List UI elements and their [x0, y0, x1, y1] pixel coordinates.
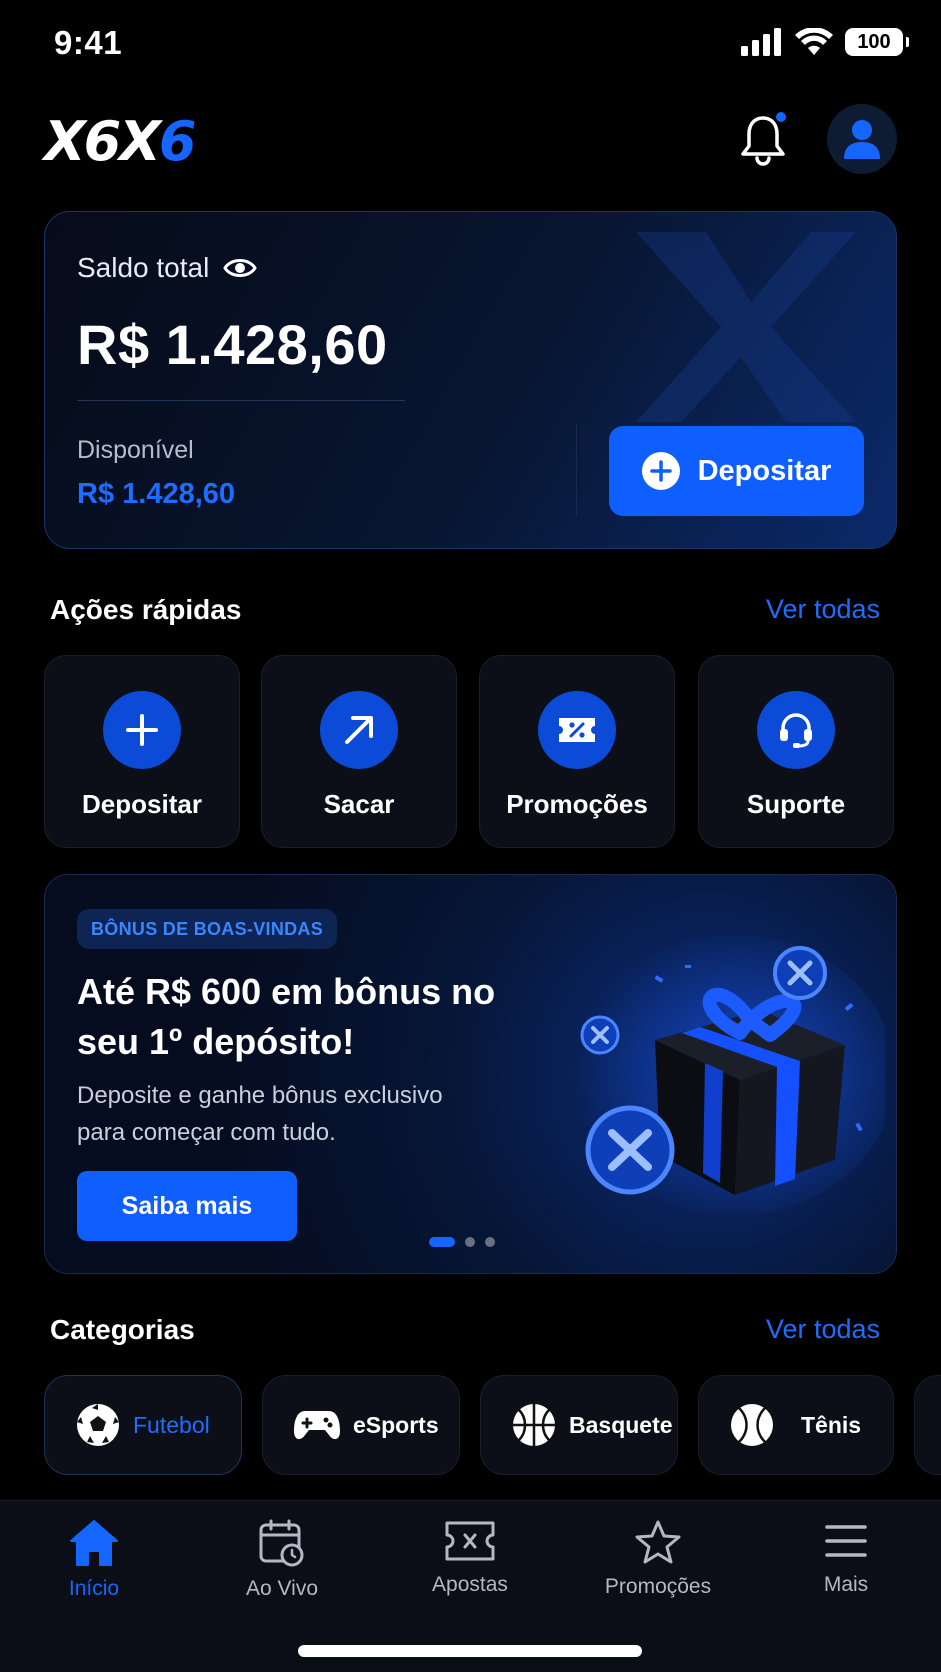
carousel-dots	[429, 1237, 495, 1247]
promo-description: Deposite e ganhe bônus exclusivo para co…	[77, 1082, 443, 1146]
tab-promotions[interactable]: Promoções	[564, 1519, 752, 1599]
app-header: X6X6	[0, 100, 941, 180]
status-time: 9:41	[54, 24, 123, 61]
eye-icon[interactable]	[223, 256, 258, 280]
gift-box-illustration	[575, 935, 885, 1215]
menu-icon	[825, 1525, 867, 1557]
tab-bets[interactable]: Apostas	[376, 1519, 564, 1597]
notification-dot	[774, 110, 788, 124]
status-bar: 9:41 100	[0, 0, 941, 90]
quick-action-withdraw[interactable]: Sacar	[261, 655, 457, 848]
tab-label: Apostas	[432, 1573, 508, 1596]
tennis-ball-icon	[731, 1404, 773, 1446]
carousel-dot-active[interactable]	[429, 1237, 455, 1247]
wifi-icon	[795, 28, 833, 55]
battery-icon: 100	[845, 28, 909, 56]
promo-title: Até R$ 600 em bônus no seu 1º depósito!	[77, 971, 496, 1062]
tab-home[interactable]: Início	[0, 1519, 188, 1601]
gamepad-icon	[294, 1411, 340, 1440]
category-label: Tênis	[801, 1411, 862, 1438]
user-icon	[844, 120, 880, 159]
total-balance-label: Saldo total	[77, 252, 258, 284]
basketball-icon	[513, 1404, 555, 1446]
deposit-button-label: Depositar	[697, 454, 832, 487]
promo-banner[interactable]: BÔNUS DE BOAS-VINDAS Até R$ 600 em bônus…	[44, 874, 897, 1274]
headset-icon	[757, 691, 835, 769]
category-label: Futebol	[133, 1411, 210, 1438]
app-logo[interactable]: X6X6	[44, 110, 197, 173]
quick-action-label: Promoções	[506, 789, 648, 819]
quick-action-promotions[interactable]: Promoções	[479, 655, 675, 848]
tab-live[interactable]: Ao Vivo	[188, 1519, 376, 1601]
quick-action-deposit[interactable]: Depositar	[44, 655, 240, 848]
tab-label: Mais	[823, 1573, 869, 1596]
quick-actions-title: Ações rápidas	[50, 594, 242, 625]
calendar-clock-icon	[259, 1519, 304, 1567]
category-label: Basquete	[569, 1411, 673, 1438]
watermark-x-logo	[636, 232, 856, 422]
status-icons: 100	[741, 28, 909, 56]
tab-label: Ao Vivo	[246, 1577, 318, 1600]
star-icon	[635, 1520, 681, 1564]
quick-action-label: Sacar	[323, 789, 395, 819]
plus-circle-icon	[641, 452, 680, 490]
tab-label: Início	[68, 1577, 120, 1600]
carousel-dot[interactable]	[485, 1237, 495, 1247]
soccer-ball-icon	[77, 1404, 119, 1446]
logo-blue-part: 6	[158, 110, 197, 173]
plus-icon	[103, 691, 181, 769]
signal-icon	[741, 28, 781, 56]
category-tennis[interactable]: Tênis	[698, 1375, 894, 1475]
battery-level: 100	[857, 30, 891, 53]
quick-action-support[interactable]: Suporte	[698, 655, 894, 848]
profile-avatar-button[interactable]	[827, 104, 897, 174]
home-indicator	[298, 1645, 642, 1657]
tab-label: Promoções	[604, 1575, 712, 1598]
carousel-dot[interactable]	[465, 1237, 475, 1247]
category-more-partial[interactable]	[914, 1375, 941, 1475]
category-basketball[interactable]: Basquete	[480, 1375, 678, 1475]
arrow-up-right-icon	[320, 691, 398, 769]
category-soccer[interactable]: Futebol	[44, 1375, 242, 1475]
logo-white-part: X6X	[44, 110, 161, 173]
tab-more[interactable]: Mais	[752, 1519, 940, 1597]
available-value: R$ 1.428,60	[77, 478, 236, 510]
learn-more-button[interactable]: Saiba mais	[77, 1171, 297, 1241]
divider	[77, 400, 405, 401]
category-label: eSports	[353, 1411, 439, 1438]
promo-badge: BÔNUS DE BOAS-VINDAS	[77, 909, 338, 949]
home-icon	[70, 1520, 118, 1566]
balance-card: Saldo total R$ 1.428,60 Disponível R$ 1.…	[44, 211, 897, 549]
quick-action-label: Depositar	[82, 789, 202, 819]
quick-actions-see-all-link[interactable]: Ver todas	[766, 594, 880, 625]
total-balance-value: R$ 1.428,60	[77, 313, 388, 376]
total-balance-label-text: Saldo total	[77, 252, 210, 283]
categories-title: Categorias	[50, 1314, 195, 1345]
ticket-icon	[445, 1521, 495, 1561]
quick-action-label: Suporte	[746, 789, 846, 819]
vertical-divider	[576, 424, 577, 516]
available-label: Disponível	[77, 436, 194, 464]
coupon-icon	[538, 691, 616, 769]
deposit-button[interactable]: Depositar	[609, 426, 864, 516]
categories-see-all-link[interactable]: Ver todas	[766, 1314, 880, 1345]
category-esports[interactable]: eSports	[262, 1375, 460, 1475]
